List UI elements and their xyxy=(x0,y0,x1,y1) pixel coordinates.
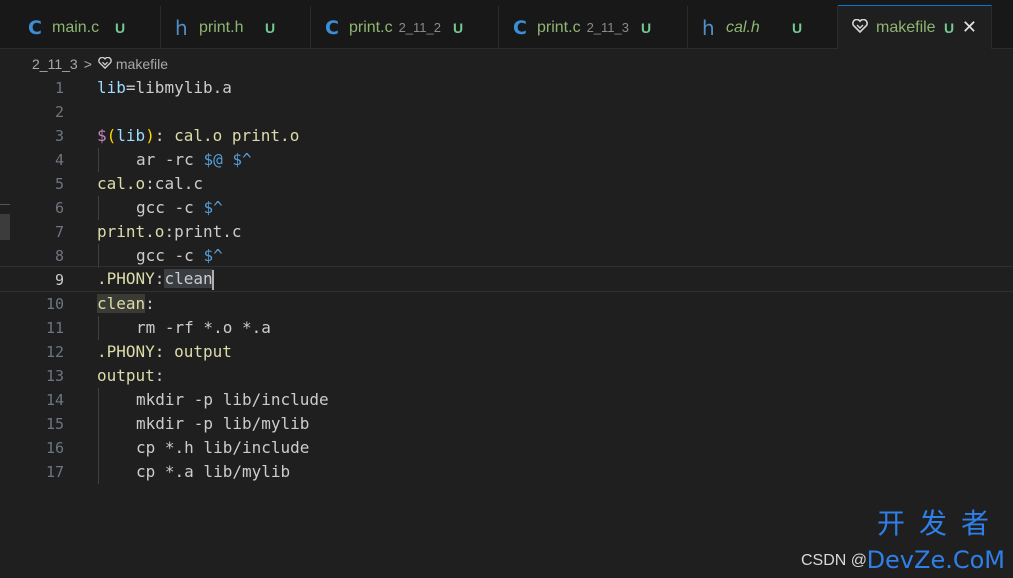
editor-tab-bar: C main.c U h print.h U C print.c 2_11_2 … xyxy=(0,0,1013,49)
line-number: 17 xyxy=(45,463,64,481)
code-line: 11 rm -rf *.o *.a xyxy=(0,316,1013,340)
code-line: 6 gcc -c $^ xyxy=(0,196,1013,220)
line-number: 16 xyxy=(45,439,64,457)
code-text: $(lib): cal.o print.o xyxy=(97,126,300,145)
code-line: 3 $(lib): cal.o print.o xyxy=(0,124,1013,148)
c-file-icon: C xyxy=(28,16,42,39)
git-untracked-badge: U xyxy=(641,19,652,36)
watermark-chinese: 开发者 xyxy=(876,507,1003,540)
tab-label: cal.h xyxy=(726,18,760,36)
h-file-icon: h xyxy=(175,15,188,40)
tab-label: print.h xyxy=(199,18,244,36)
code-editor[interactable]: 1 lib=libmylib.a 2 3 $(lib): cal.o print… xyxy=(0,76,1013,578)
indent-guide xyxy=(98,460,99,484)
code-text: rm -rf *.o *.a xyxy=(136,318,271,337)
line-number: 9 xyxy=(54,271,64,289)
code-line: 15 mkdir -p lib/mylib xyxy=(0,412,1013,436)
git-untracked-badge: U xyxy=(265,19,276,36)
tab-folder-suffix: 2_11_2 xyxy=(398,20,441,35)
line-number: 6 xyxy=(54,199,64,217)
indent-guide xyxy=(98,412,99,436)
word-highlight: clean xyxy=(97,294,146,313)
code-text: cp *.h lib/include xyxy=(136,438,310,457)
h-file-icon: h xyxy=(702,15,715,40)
tab-label: print.c xyxy=(537,18,581,36)
tab-main-c[interactable]: C main.c U xyxy=(14,6,161,49)
indent-guide xyxy=(98,436,99,460)
code-line: 17 cp *.a lib/mylib xyxy=(0,460,1013,484)
indent-guide xyxy=(98,388,99,412)
code-text: cp *.a lib/mylib xyxy=(136,462,291,481)
code-line: 2 xyxy=(0,100,1013,124)
breadcrumb-folder[interactable]: 2_11_3 xyxy=(32,56,78,72)
chevron-right-icon: > xyxy=(83,56,92,72)
git-untracked-badge: U xyxy=(792,19,803,36)
makefile-heart-icon xyxy=(98,56,116,72)
line-number: 14 xyxy=(45,391,64,409)
line-number: 5 xyxy=(54,175,64,193)
tab-print-c-2-11-3[interactable]: C print.c 2_11_3 U xyxy=(499,6,688,49)
code-text: .PHONY: output xyxy=(97,342,232,361)
watermark-csdn: CSDN @ xyxy=(800,552,867,569)
line-number: 11 xyxy=(45,319,64,337)
line-number: 15 xyxy=(45,415,64,433)
watermark-site: DevZe.CoM xyxy=(866,546,1005,574)
line-number: 12 xyxy=(45,343,64,361)
code-line: 5 cal.o:cal.c xyxy=(0,172,1013,196)
code-line: 1 lib=libmylib.a xyxy=(0,76,1013,100)
tab-folder-suffix: 2_11_3 xyxy=(586,20,629,35)
code-line: 8 gcc -c $^ xyxy=(0,244,1013,268)
indent-guide xyxy=(98,148,99,172)
line-number: 4 xyxy=(54,151,64,169)
git-untracked-badge: U xyxy=(944,19,955,36)
tab-print-c-2-11-2[interactable]: C print.c 2_11_2 U xyxy=(311,6,499,49)
tab-print-h[interactable]: h print.h U xyxy=(161,6,311,49)
code-text: clean: xyxy=(97,294,155,313)
indent-guide xyxy=(98,316,99,340)
code-text: cal.o:cal.c xyxy=(97,174,203,193)
code-line: 13 output: xyxy=(0,364,1013,388)
code-text: lib=libmylib.a xyxy=(97,78,232,97)
code-text: gcc -c $^ xyxy=(136,246,223,265)
tab-cal-h[interactable]: h cal.h U xyxy=(688,6,838,49)
line-number: 10 xyxy=(45,295,64,313)
line-number: 2 xyxy=(54,103,64,121)
line-number: 7 xyxy=(54,223,64,241)
git-untracked-badge: U xyxy=(453,19,464,36)
code-line: 12 .PHONY: output xyxy=(0,340,1013,364)
code-line: 7 print.o:print.c xyxy=(0,220,1013,244)
breadcrumb-file[interactable]: makefile xyxy=(116,56,168,72)
current-line: 9 .PHONY:clean xyxy=(0,266,1013,292)
indent-guide xyxy=(98,196,99,220)
code-text: ar -rc $@ $^ xyxy=(136,150,252,169)
close-tab-icon[interactable]: ✕ xyxy=(962,17,977,38)
c-file-icon: C xyxy=(513,16,527,39)
tab-label: print.c xyxy=(349,18,393,36)
code-line: 4 ar -rc $@ $^ xyxy=(0,148,1013,172)
line-number: 13 xyxy=(45,367,64,385)
line-number: 8 xyxy=(54,247,64,265)
breadcrumb: 2_11_3 > makefile xyxy=(32,53,168,75)
git-untracked-badge: U xyxy=(115,19,126,36)
code-text: .PHONY:clean xyxy=(97,269,214,290)
tab-label: makefile xyxy=(876,18,936,36)
code-line: 16 cp *.h lib/include xyxy=(0,436,1013,460)
code-text: print.o:print.c xyxy=(97,222,242,241)
line-number: 1 xyxy=(54,79,64,97)
line-number: 3 xyxy=(54,127,64,145)
code-text: gcc -c $^ xyxy=(136,198,223,217)
code-text: output: xyxy=(97,366,165,385)
code-line: 14 mkdir -p lib/include xyxy=(0,388,1013,412)
tab-label: main.c xyxy=(52,18,100,36)
c-file-icon: C xyxy=(325,16,339,39)
text-cursor xyxy=(211,269,214,290)
tab-makefile[interactable]: makefile U ✕ xyxy=(838,5,992,49)
indent-guide xyxy=(98,244,99,268)
makefile-heart-icon xyxy=(852,18,874,37)
code-text: mkdir -p lib/include xyxy=(136,390,329,409)
code-text: mkdir -p lib/mylib xyxy=(136,414,310,433)
word-highlight: clean xyxy=(164,269,213,288)
code-line: 10 clean: xyxy=(0,292,1013,316)
